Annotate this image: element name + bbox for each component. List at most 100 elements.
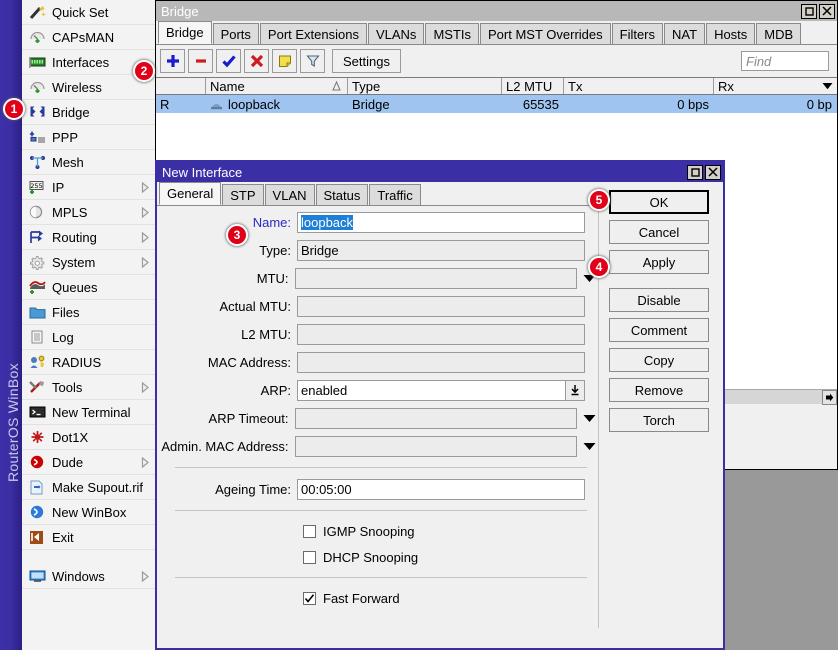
sidebar-item-mpls[interactable]: MPLS [22,200,155,225]
bridge-window-titlebar[interactable]: Bridge [156,1,837,21]
arp-timeout-dropdown-arrow-icon[interactable] [582,411,597,426]
sidebar-item-quick-set[interactable]: Quick Set [22,0,155,25]
comment-button[interactable] [272,49,297,73]
remove-button[interactable]: Remove [609,378,709,402]
column-header-name[interactable]: Name [206,78,348,94]
sidebar-item-mesh[interactable]: Mesh [22,150,155,175]
tab-nat[interactable]: NAT [664,23,705,44]
sidebar-item-system[interactable]: System [22,250,155,275]
checkbox-box[interactable] [303,592,316,605]
maximize-icon[interactable] [687,165,703,180]
network-card-icon [26,53,48,71]
cancel-button[interactable]: Cancel [609,220,709,244]
tab-filters[interactable]: Filters [612,23,663,44]
close-icon[interactable] [819,4,835,19]
sidebar-item-windows[interactable]: Windows [22,564,155,589]
sidebar-item-capsman[interactable]: CAPsMAN [22,25,155,50]
arp-timeout-input[interactable] [295,408,578,429]
checkbox-label: DHCP Snooping [323,550,418,565]
arp-spinner-button[interactable] [566,380,585,401]
sidebar-item-ppp[interactable]: PPP [22,125,155,150]
close-icon[interactable] [705,165,721,180]
sidebar-item-make-supout-rif[interactable]: Make Supout.rif [22,475,155,500]
sidebar-item-label: IP [52,180,139,195]
tab-port-mst-overrides[interactable]: Port MST Overrides [480,23,611,44]
arp-input[interactable]: enabled [297,380,566,401]
disable-button[interactable] [244,49,269,73]
checkbox-igmp-snooping[interactable]: IGMP Snooping [157,518,597,544]
column-header-flag[interactable] [156,78,206,94]
add-button[interactable] [160,49,185,73]
field-l2-mtu: L2 MTU: [157,320,597,348]
checkbox-box[interactable] [303,525,316,538]
enable-button[interactable] [216,49,241,73]
column-header-type[interactable]: Type [348,78,502,94]
maximize-icon[interactable] [801,4,817,19]
sidebar-item-new-winbox[interactable]: New WinBox [22,500,155,525]
dialog-titlebar[interactable]: New Interface [157,162,723,182]
sidebar-item-label: RADIUS [52,355,155,370]
gear-icon [26,253,48,271]
column-header-rx[interactable]: Rx [714,78,818,94]
tools-icon [26,378,48,396]
sidebar-item-bridge[interactable]: Bridge [22,100,155,125]
comment-button[interactable]: Comment [609,318,709,342]
checkbox-fast-forward[interactable]: Fast Forward [157,585,597,611]
checkbox-dhcp-snooping[interactable]: DHCP Snooping [157,544,597,570]
column-chooser-icon[interactable] [818,78,837,94]
disable-button[interactable]: Disable [609,288,709,312]
mac-address-input[interactable] [297,352,585,373]
sidebar-item-dot1x[interactable]: Dot1X [22,425,155,450]
sidebar-item-radius[interactable]: RADIUS [22,350,155,375]
ok-button[interactable]: OK [609,190,709,214]
tab-mstis[interactable]: MSTIs [425,23,479,44]
tab-port-extensions[interactable]: Port Extensions [260,23,367,44]
sidebar-item-tools[interactable]: Tools [22,375,155,400]
copy-button[interactable]: Copy [609,348,709,372]
torch-button[interactable]: Torch [609,408,709,432]
table-row[interactable]: R loopback Bridge 65535 0 bps 0 bp [156,95,837,113]
sidebar-item-new-terminal[interactable]: New Terminal [22,400,155,425]
tab-general[interactable]: General [159,182,221,205]
admin-mac-address-dropdown-arrow-icon[interactable] [582,439,597,454]
sidebar-item-wireless[interactable]: Wireless [22,75,155,100]
tab-hosts[interactable]: Hosts [706,23,755,44]
sidebar-item-label: CAPsMAN [52,30,155,45]
mtu-input[interactable] [295,268,578,289]
sidebar-item-files[interactable]: Files [22,300,155,325]
ageing-time-input[interactable]: 00:05:00 [297,479,585,500]
tab-mdb[interactable]: MDB [756,23,801,44]
tab-vlans[interactable]: VLANs [368,23,424,44]
sidebar-item-routing[interactable]: Routing [22,225,155,250]
sidebar-item-exit[interactable]: Exit [22,525,155,550]
tab-vlan[interactable]: VLAN [265,184,315,205]
l2-mtu-input[interactable] [297,324,585,345]
remove-button[interactable] [188,49,213,73]
sidebar-item-ip[interactable]: 255IP [22,175,155,200]
dialog-tabs: GeneralSTPVLANStatusTraffic [157,182,597,206]
supout-icon [26,478,48,496]
sidebar-item-log[interactable]: Log [22,325,155,350]
tab-traffic[interactable]: Traffic [369,184,420,205]
column-header-l2mtu[interactable]: L2 MTU [502,78,564,94]
find-input[interactable]: Find [741,51,829,71]
settings-button[interactable]: Settings [332,49,401,73]
tab-status[interactable]: Status [316,184,369,205]
type-input[interactable]: Bridge [297,240,585,261]
scroll-right-button[interactable] [822,390,837,405]
checkbox-box[interactable] [303,551,316,564]
monitor-icon [26,567,48,585]
row-name-label: loopback [228,97,280,112]
apply-button[interactable]: Apply [609,250,709,274]
sidebar-item-dude[interactable]: Dude [22,450,155,475]
filter-button[interactable] [300,49,325,73]
sidebar-item-queues[interactable]: Queues [22,275,155,300]
tab-ports[interactable]: Ports [213,23,259,44]
actual-mtu-input[interactable] [297,296,585,317]
admin-mac-address-input[interactable] [295,436,578,457]
tab-bridge[interactable]: Bridge [158,21,212,44]
tab-stp[interactable]: STP [222,184,263,205]
column-header-tx[interactable]: Tx [564,78,714,94]
name-input[interactable]: loopback [297,212,585,233]
callout-badge-4: 4 [588,256,610,278]
